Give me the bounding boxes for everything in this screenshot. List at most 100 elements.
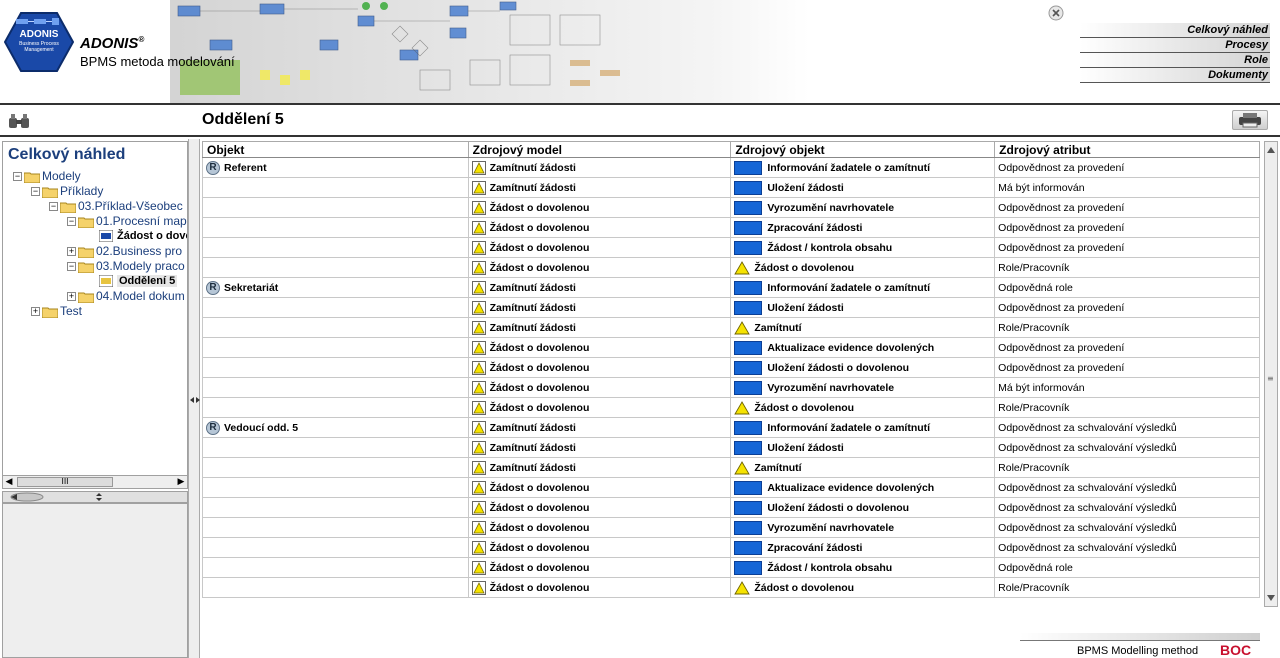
cell-zdrojovy-model[interactable]: Žádost o dovolenou: [467, 497, 732, 518]
cell-zdrojovy-model[interactable]: Žádost o dovolenou: [467, 477, 732, 498]
column-header-zdrojovy-model[interactable]: Zdrojový model: [467, 141, 732, 158]
tree-node-test[interactable]: + Test: [31, 304, 82, 319]
cell-zdrojovy-model[interactable]: Zamítnutí žádosti: [467, 417, 732, 438]
nav-procesy[interactable]: Procesy: [1080, 38, 1270, 53]
cell-zdrojovy-objekt[interactable]: Žádost / kontrola obsahu: [730, 237, 996, 258]
nav-dokumenty[interactable]: Dokumenty: [1080, 68, 1270, 83]
cell-zdrojovy-objekt[interactable]: Vyrozumění navrhovatele: [730, 197, 996, 218]
cell-zdrojovy-model[interactable]: Zamítnutí žádosti: [467, 317, 732, 338]
collapse-toggle[interactable]: −: [31, 187, 40, 197]
cell-zdrojovy-objekt[interactable]: Informování žadatele o zamítnutí: [730, 417, 996, 438]
cell-zdrojovy-objekt[interactable]: Informování žadatele o zamítnutí: [730, 277, 996, 298]
cell-zdrojovy-model[interactable]: Zamítnutí žádosti: [467, 297, 732, 318]
cell-zdrojovy-objekt[interactable]: Uložení žádosti: [730, 177, 996, 198]
tree-node-zadost-o-dovolenou[interactable]: Žádost o dovo: [99, 229, 187, 244]
cell-zdrojovy-objekt[interactable]: Aktualizace evidence dovolených: [730, 477, 996, 498]
folder-icon: [24, 172, 40, 183]
cell-zdrojovy-objekt[interactable]: Zamítnutí: [730, 457, 996, 478]
scroll-grip-icon[interactable]: ≡: [1267, 375, 1275, 383]
tree-horizontal-scrollbar[interactable]: ◀ III ▶: [2, 475, 188, 489]
collapse-toggle[interactable]: −: [13, 172, 22, 182]
splitter-arrows-icon[interactable]: [190, 395, 200, 405]
column-header-zdrojovy-atribut[interactable]: Zdrojový atribut: [994, 141, 1260, 158]
collapse-toggle[interactable]: −: [49, 202, 58, 212]
cell-zdrojovy-model[interactable]: Žádost o dovolenou: [467, 537, 732, 558]
cell-zdrojovy-objekt[interactable]: Žádost o dovolenou: [730, 397, 996, 418]
cell-zdrojovy-objekt[interactable]: Uložení žádosti: [730, 297, 996, 318]
tree-node-01-procesni-mapa[interactable]: − 01.Procesní map: [67, 214, 187, 229]
table-row: Zamítnutí žádosti Zamítnutí Role/Pracovník: [202, 317, 1260, 338]
cell-zdrojovy-model[interactable]: Žádost o dovolenou: [467, 397, 732, 418]
print-button[interactable]: [1232, 110, 1268, 130]
tree-node-priklady[interactable]: − Příklady: [31, 184, 103, 199]
cell-objekt[interactable]: R Vedoucí odd. 5: [202, 417, 469, 438]
cell-zdrojovy-model[interactable]: Zamítnutí žádosti: [467, 457, 732, 478]
cell-zdrojovy-objekt[interactable]: Vyrozumění navrhovatele: [730, 517, 996, 538]
cell-zdrojovy-model[interactable]: Zamítnutí žádosti: [467, 437, 732, 458]
cell-zdrojovy-objekt[interactable]: Zpracování žádosti: [730, 537, 996, 558]
cell-zdrojovy-objekt[interactable]: Uložení žádosti o dovolenou: [730, 497, 996, 518]
scroll-left-icon[interactable]: ◀: [3, 476, 15, 488]
expand-toggle[interactable]: +: [31, 307, 40, 317]
cell-zdrojovy-objekt[interactable]: Informování žadatele o zamítnutí: [730, 157, 996, 178]
tree-node-label: Oddělení 5: [117, 275, 178, 287]
cell-zdrojovy-model[interactable]: Žádost o dovolenou: [467, 257, 732, 278]
cell-zdrojovy-objekt[interactable]: Uložení žádosti: [730, 437, 996, 458]
binoculars-icon[interactable]: [8, 113, 30, 129]
scroll-up-icon[interactable]: [1265, 144, 1277, 156]
collapse-toggle[interactable]: −: [67, 262, 76, 272]
nav-role[interactable]: Role: [1080, 53, 1270, 68]
cell-zdrojovy-model[interactable]: Žádost o dovolenou: [467, 557, 732, 578]
cell-zdrojovy-objekt[interactable]: Žádost o dovolenou: [730, 577, 996, 598]
working-environment-model-icon: [99, 275, 113, 288]
content-vertical-scrollbar[interactable]: ≡: [1264, 141, 1278, 607]
cell-objekt: [202, 457, 469, 478]
cell-objekt[interactable]: R Referent: [202, 157, 469, 178]
cell-objekt: [202, 437, 469, 458]
cell-zdrojovy-objekt[interactable]: Uložení žádosti o dovolenou: [730, 357, 996, 378]
cell-zdrojovy-model[interactable]: Zamítnutí žádosti: [467, 177, 732, 198]
cell-zdrojovy-model[interactable]: Žádost o dovolenou: [467, 377, 732, 398]
cell-zdrojovy-model[interactable]: Žádost o dovolenou: [467, 237, 732, 258]
process-model-icon: [471, 540, 486, 555]
cell-zdrojovy-objekt[interactable]: Vyrozumění navrhovatele: [730, 377, 996, 398]
cell-objekt: [202, 397, 469, 418]
activity-box-icon: [734, 360, 763, 375]
tree-node-04-model-dokumentu[interactable]: +04.Model dokum: [67, 289, 185, 304]
cell-zdrojovy-objekt[interactable]: Žádost o dovolenou: [730, 257, 996, 278]
cell-zdrojovy-objekt[interactable]: Žádost / kontrola obsahu: [730, 557, 996, 578]
collapse-toggle[interactable]: −: [67, 217, 76, 227]
cell-objekt: [202, 357, 469, 378]
column-header-zdrojovy-objekt[interactable]: Zdrojový objekt: [730, 141, 996, 158]
cell-zdrojovy-objekt[interactable]: Zamítnutí: [730, 317, 996, 338]
cell-zdrojovy-model[interactable]: Žádost o dovolenou: [467, 517, 732, 538]
cell-objekt[interactable]: R Sekretariát: [202, 277, 469, 298]
cell-zdrojovy-model[interactable]: Žádost o dovolenou: [467, 197, 732, 218]
scroll-thumb[interactable]: III: [17, 477, 113, 487]
tree-node-03-priklad[interactable]: − 03.Příklad-Všeobec: [49, 199, 183, 214]
tree-node-modely[interactable]: − Modely: [13, 169, 81, 184]
tree-node-02-business[interactable]: +02.Business pro: [67, 244, 182, 259]
tree-node-03-modely-pracovniho[interactable]: − 03.Modely praco: [67, 259, 185, 274]
nav-celkovy-nahled[interactable]: Celkový náhled: [1080, 23, 1270, 38]
cell-zdrojovy-objekt[interactable]: Aktualizace evidence dovolených: [730, 337, 996, 358]
cell-zdrojovy-model[interactable]: Žádost o dovolenou: [467, 337, 732, 358]
tree-node-oddeleni-5[interactable]: Oddělení 5: [99, 274, 178, 289]
splitter-collapse-icon[interactable]: [3, 492, 189, 502]
close-icon[interactable]: [1048, 5, 1064, 21]
vertical-splitter[interactable]: [188, 139, 200, 658]
cell-zdrojovy-model[interactable]: Zamítnutí žádosti: [467, 277, 732, 298]
cell-zdrojovy-model[interactable]: Zamítnutí žádosti: [467, 157, 732, 178]
scroll-right-icon[interactable]: ▶: [175, 476, 187, 488]
cell-zdrojovy-atribut: Role/Pracovník: [994, 397, 1260, 418]
cell-zdrojovy-model[interactable]: Žádost o dovolenou: [467, 217, 732, 238]
event-triangle-icon: [734, 460, 751, 474]
expand-toggle[interactable]: +: [67, 292, 76, 302]
horizontal-splitter[interactable]: [2, 491, 188, 503]
column-header-objekt[interactable]: Objekt: [202, 141, 469, 158]
cell-zdrojovy-objekt[interactable]: Zpracování žádosti: [730, 217, 996, 238]
cell-zdrojovy-model[interactable]: Žádost o dovolenou: [467, 577, 732, 598]
cell-zdrojovy-model[interactable]: Žádost o dovolenou: [467, 357, 732, 378]
scroll-down-icon[interactable]: [1265, 592, 1277, 604]
expand-toggle[interactable]: +: [67, 247, 76, 257]
